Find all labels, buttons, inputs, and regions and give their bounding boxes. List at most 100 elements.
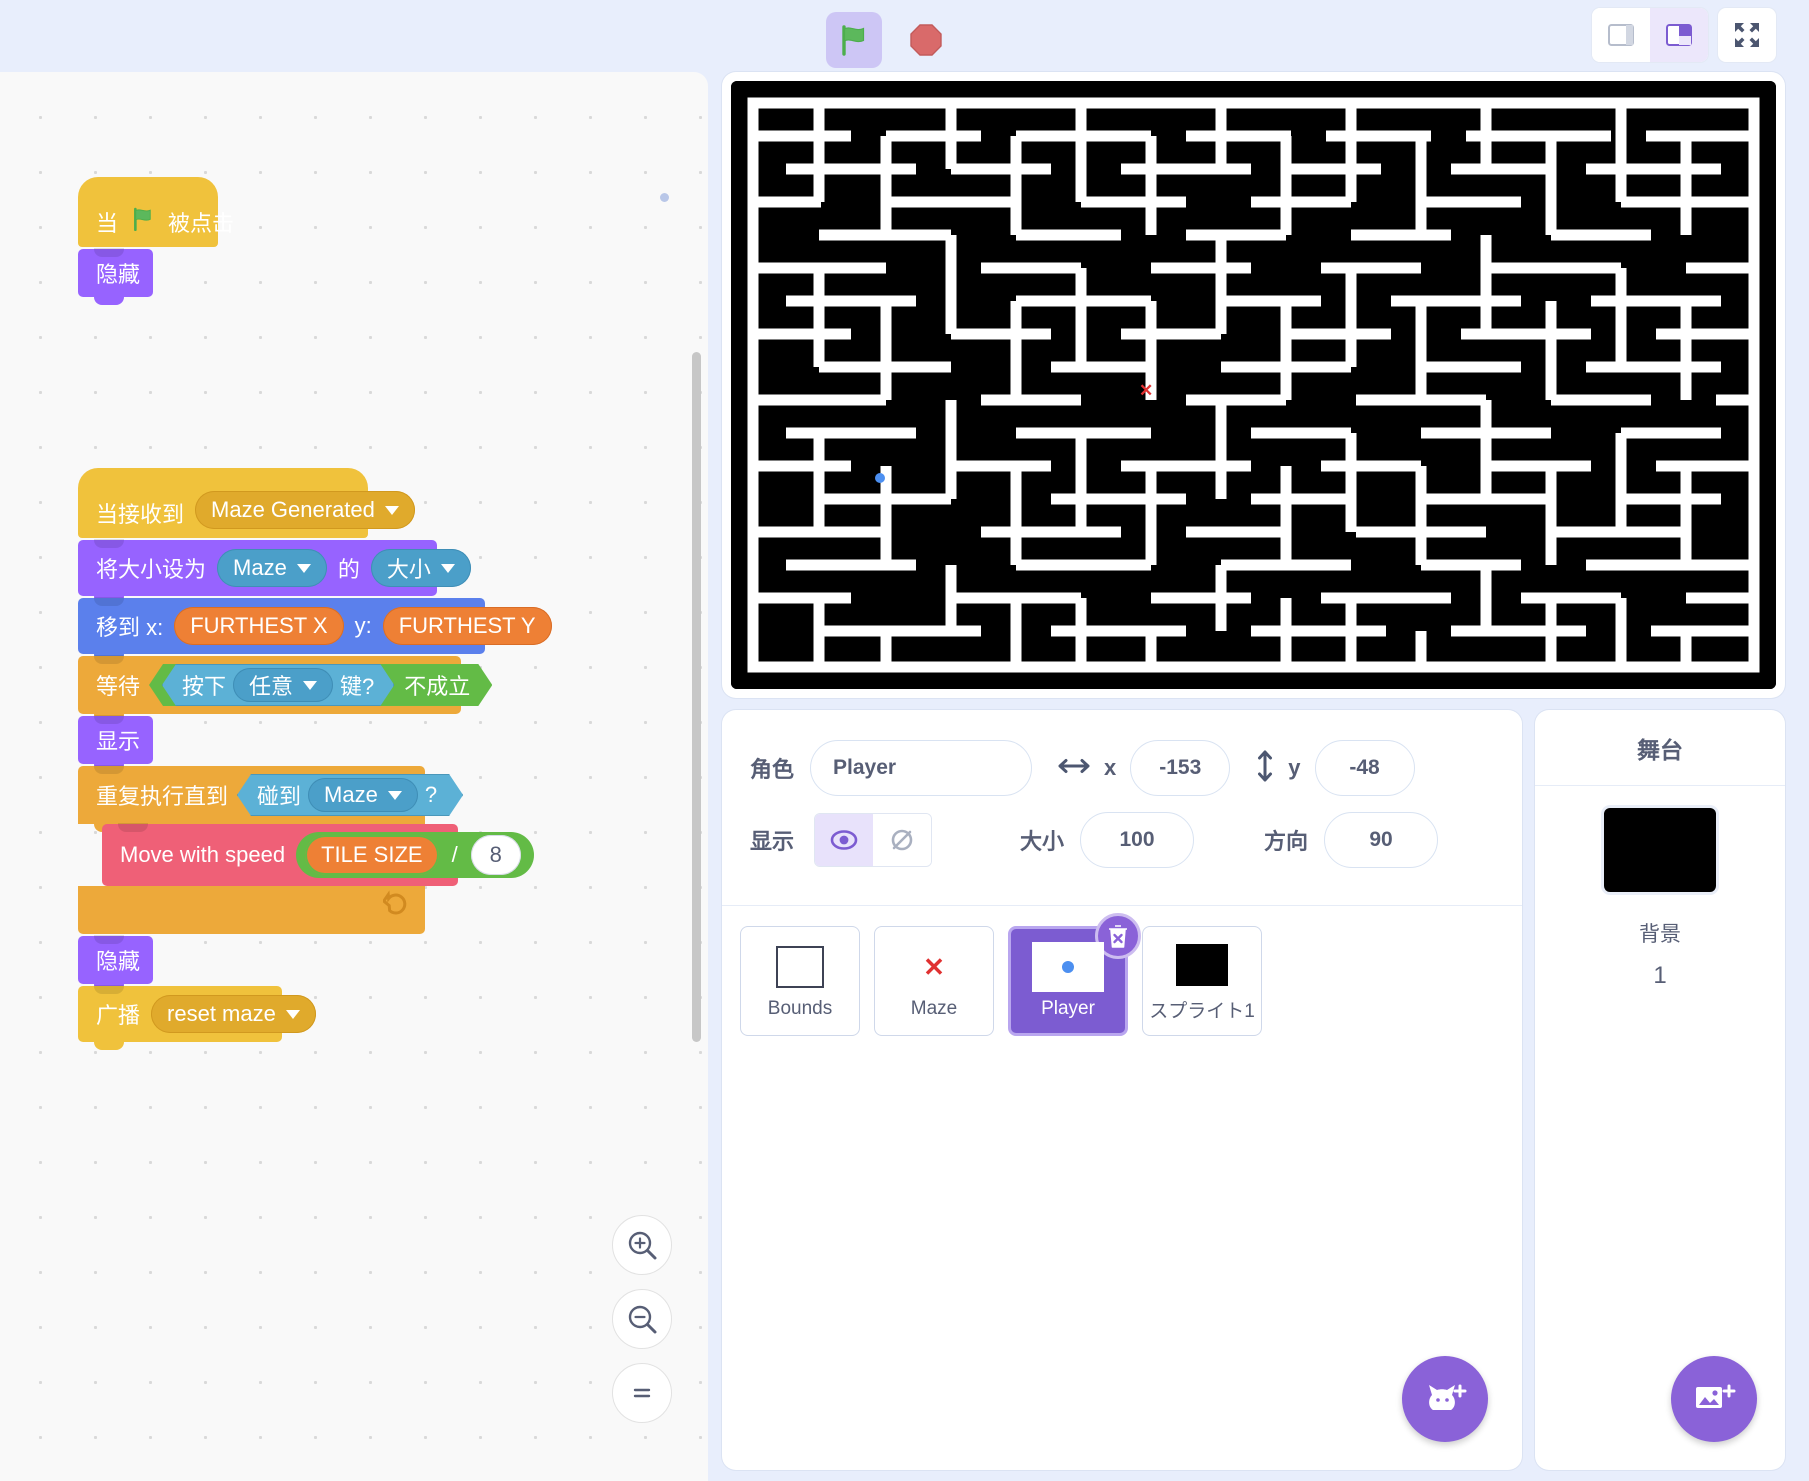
- block-label-touching: 碰到: [257, 784, 302, 809]
- code-workspace[interactable]: 当 被点击 隐藏 当接收到 Maze Generated 将大小设为 Maze …: [0, 72, 708, 1481]
- small-stage-button[interactable]: [1592, 8, 1650, 62]
- dropdown-property-size[interactable]: 大小: [370, 549, 471, 587]
- sprite-y-value: -48: [1349, 756, 1380, 779]
- sprite-thumbnail: [1166, 939, 1238, 990]
- sprite-name-label: 角色: [750, 757, 795, 782]
- variable-tile-size[interactable]: TILE SIZE: [305, 835, 439, 875]
- sprite-thumbnail: ✕: [898, 942, 970, 992]
- maze-target-x-marker: ✕: [1139, 381, 1154, 400]
- square-outline-icon: [776, 946, 824, 988]
- sensing-key-pressed[interactable]: 按下 任意 键?: [162, 664, 394, 706]
- fullscreen-icon: [1735, 23, 1759, 47]
- sprite-name-label: Bounds: [767, 998, 833, 1019]
- large-stage-button[interactable]: [1650, 8, 1708, 62]
- script-maze-generated[interactable]: 当接收到 Maze Generated 将大小设为 Maze 的 大小 移到 x…: [78, 468, 552, 1050]
- hide-sprite-button[interactable]: [873, 814, 932, 866]
- dropdown-message-maze-generated[interactable]: Maze Generated: [195, 491, 415, 529]
- zoom-out-button[interactable]: [612, 1289, 672, 1349]
- block-label-key-suffix: 键?: [340, 674, 375, 699]
- block-label-wait: 等待: [96, 674, 141, 699]
- block-label-goto-x: 移到 x:: [96, 615, 164, 640]
- variable-furthest-x[interactable]: FURTHEST X: [174, 607, 344, 645]
- block-label-when-receive: 当接收到: [96, 502, 185, 527]
- script-flag-clicked[interactable]: 当 被点击 隐藏: [78, 177, 234, 305]
- block-label-goto-y: y:: [354, 613, 372, 638]
- x-label: x: [1104, 755, 1117, 780]
- stage-thumbnail-box[interactable]: 背景 1: [1535, 786, 1785, 990]
- player-sprite-dot[interactable]: [875, 473, 885, 483]
- operator-not[interactable]: 按下 任意 键? 不成立: [149, 664, 492, 706]
- top-toolbar: [0, 0, 1809, 80]
- sprite-card-bounds[interactable]: Bounds: [740, 926, 860, 1036]
- chevron-down-icon: [296, 563, 311, 573]
- zoom-reset-button[interactable]: [612, 1363, 672, 1423]
- dropdown-message-reset-maze[interactable]: reset maze: [151, 995, 316, 1033]
- sprite-list: Bounds ✕ Maze Player スプライト1: [722, 906, 1522, 1470]
- dropdown-value: Maze Generated: [211, 497, 375, 522]
- scratch-editor: 当 被点击 隐藏 当接收到 Maze Generated 将大小设为 Maze …: [0, 0, 1809, 1481]
- fullscreen-button[interactable]: [1718, 8, 1776, 62]
- add-backdrop-button[interactable]: [1671, 1356, 1757, 1442]
- sprite-name-input[interactable]: Player: [810, 740, 1033, 796]
- add-sprite-cat-icon: [1429, 1384, 1467, 1410]
- repeat-until-header[interactable]: 重复执行直到 碰到 Maze ?: [78, 765, 425, 832]
- stop-sign-icon: [910, 24, 942, 56]
- sprite-size-input[interactable]: 100: [1080, 812, 1195, 868]
- run-controls: [826, 12, 954, 68]
- block-go-to-xy[interactable]: 移到 x: FURTHEST X y: FURTHEST Y: [78, 597, 552, 662]
- sprite-visibility-toggle: [814, 813, 933, 867]
- block-when-flag-clicked[interactable]: 当 被点击: [78, 177, 234, 247]
- sprite-name-label: Player: [1041, 998, 1095, 1019]
- zoom-in-button[interactable]: [612, 1215, 672, 1275]
- backdrop-thumbnail[interactable]: [1604, 808, 1716, 892]
- sprite-card-supuraito1[interactable]: スプライト1: [1142, 926, 1262, 1036]
- block-hide[interactable]: 隐藏: [78, 248, 153, 305]
- dropdown-sprite-maze[interactable]: Maze: [217, 549, 327, 587]
- sprite-x-input[interactable]: -153: [1130, 740, 1231, 796]
- variable-furthest-y[interactable]: FURTHEST Y: [382, 607, 552, 645]
- dropdown-touching-maze[interactable]: Maze: [308, 778, 418, 812]
- sprite-thumbnail: [764, 942, 836, 992]
- zoom-out-icon: [628, 1305, 657, 1334]
- sprite-info-row-1: 角色 Player x -153 y -48: [750, 732, 1494, 804]
- sprite-y-input[interactable]: -48: [1314, 740, 1415, 796]
- sprite-card-maze[interactable]: ✕ Maze: [874, 926, 994, 1036]
- block-move-with-speed[interactable]: Move with speed TILE SIZE / 8: [102, 823, 534, 894]
- stage-canvas[interactable]: ✕: [731, 81, 1776, 689]
- block-repeat-until[interactable]: 重复执行直到 碰到 Maze ? Move with speed TILE SI…: [78, 765, 534, 934]
- operator-divide[interactable]: TILE SIZE / 8: [296, 832, 534, 878]
- block-when-receive-message[interactable]: 当接收到 Maze Generated: [78, 468, 415, 538]
- add-backdrop-image-icon: [1696, 1384, 1736, 1408]
- sprite-card-player[interactable]: Player: [1008, 913, 1141, 1036]
- operator-not-label: 不成立: [404, 674, 471, 699]
- repeat-until-body: Move with speed TILE SIZE / 8: [102, 823, 534, 894]
- sensing-touching[interactable]: 碰到 Maze ?: [237, 774, 463, 816]
- sprite-name-label: Maze: [910, 998, 958, 1019]
- block-label-key-prefix: 按下: [182, 674, 227, 699]
- block-set-size-to[interactable]: 将大小设为 Maze 的 大小: [78, 539, 471, 604]
- sprite-pane: 角色 Player x -153 y -48 显示 大小 100 方向 90 B…: [722, 710, 1522, 1470]
- dropdown-value: reset maze: [167, 1001, 276, 1026]
- stop-button[interactable]: [898, 12, 954, 68]
- block-label-touching-suffix: ?: [424, 782, 438, 807]
- chevron-down-icon: [303, 681, 317, 690]
- sprite-thumbnail: [1032, 942, 1104, 992]
- green-flag-button[interactable]: [826, 12, 882, 68]
- block-wait-until[interactable]: 等待 按下 任意 键? 不成立: [78, 655, 461, 722]
- input-divisor[interactable]: 8: [470, 835, 521, 875]
- chevron-down-icon: [285, 1009, 300, 1019]
- variable-value: FURTHEST Y: [398, 613, 536, 638]
- zoom-in-icon: [628, 1231, 657, 1260]
- block-broadcast[interactable]: 广播 reset maze: [78, 985, 316, 1050]
- sprite-direction-input[interactable]: 90: [1324, 812, 1439, 868]
- block-show[interactable]: 显示: [78, 715, 153, 772]
- workspace-marker-dot: [660, 193, 669, 202]
- dropdown-key-any[interactable]: 任意: [233, 668, 333, 702]
- workspace-vertical-scrollbar[interactable]: [692, 352, 701, 1042]
- block-label-when: 当: [96, 211, 119, 236]
- show-sprite-button[interactable]: [815, 814, 874, 866]
- block-hide-2[interactable]: 隐藏: [78, 935, 153, 992]
- add-sprite-button[interactable]: [1402, 1356, 1488, 1442]
- dropdown-value: Maze: [324, 782, 378, 807]
- blue-dot-icon: [1062, 961, 1074, 973]
